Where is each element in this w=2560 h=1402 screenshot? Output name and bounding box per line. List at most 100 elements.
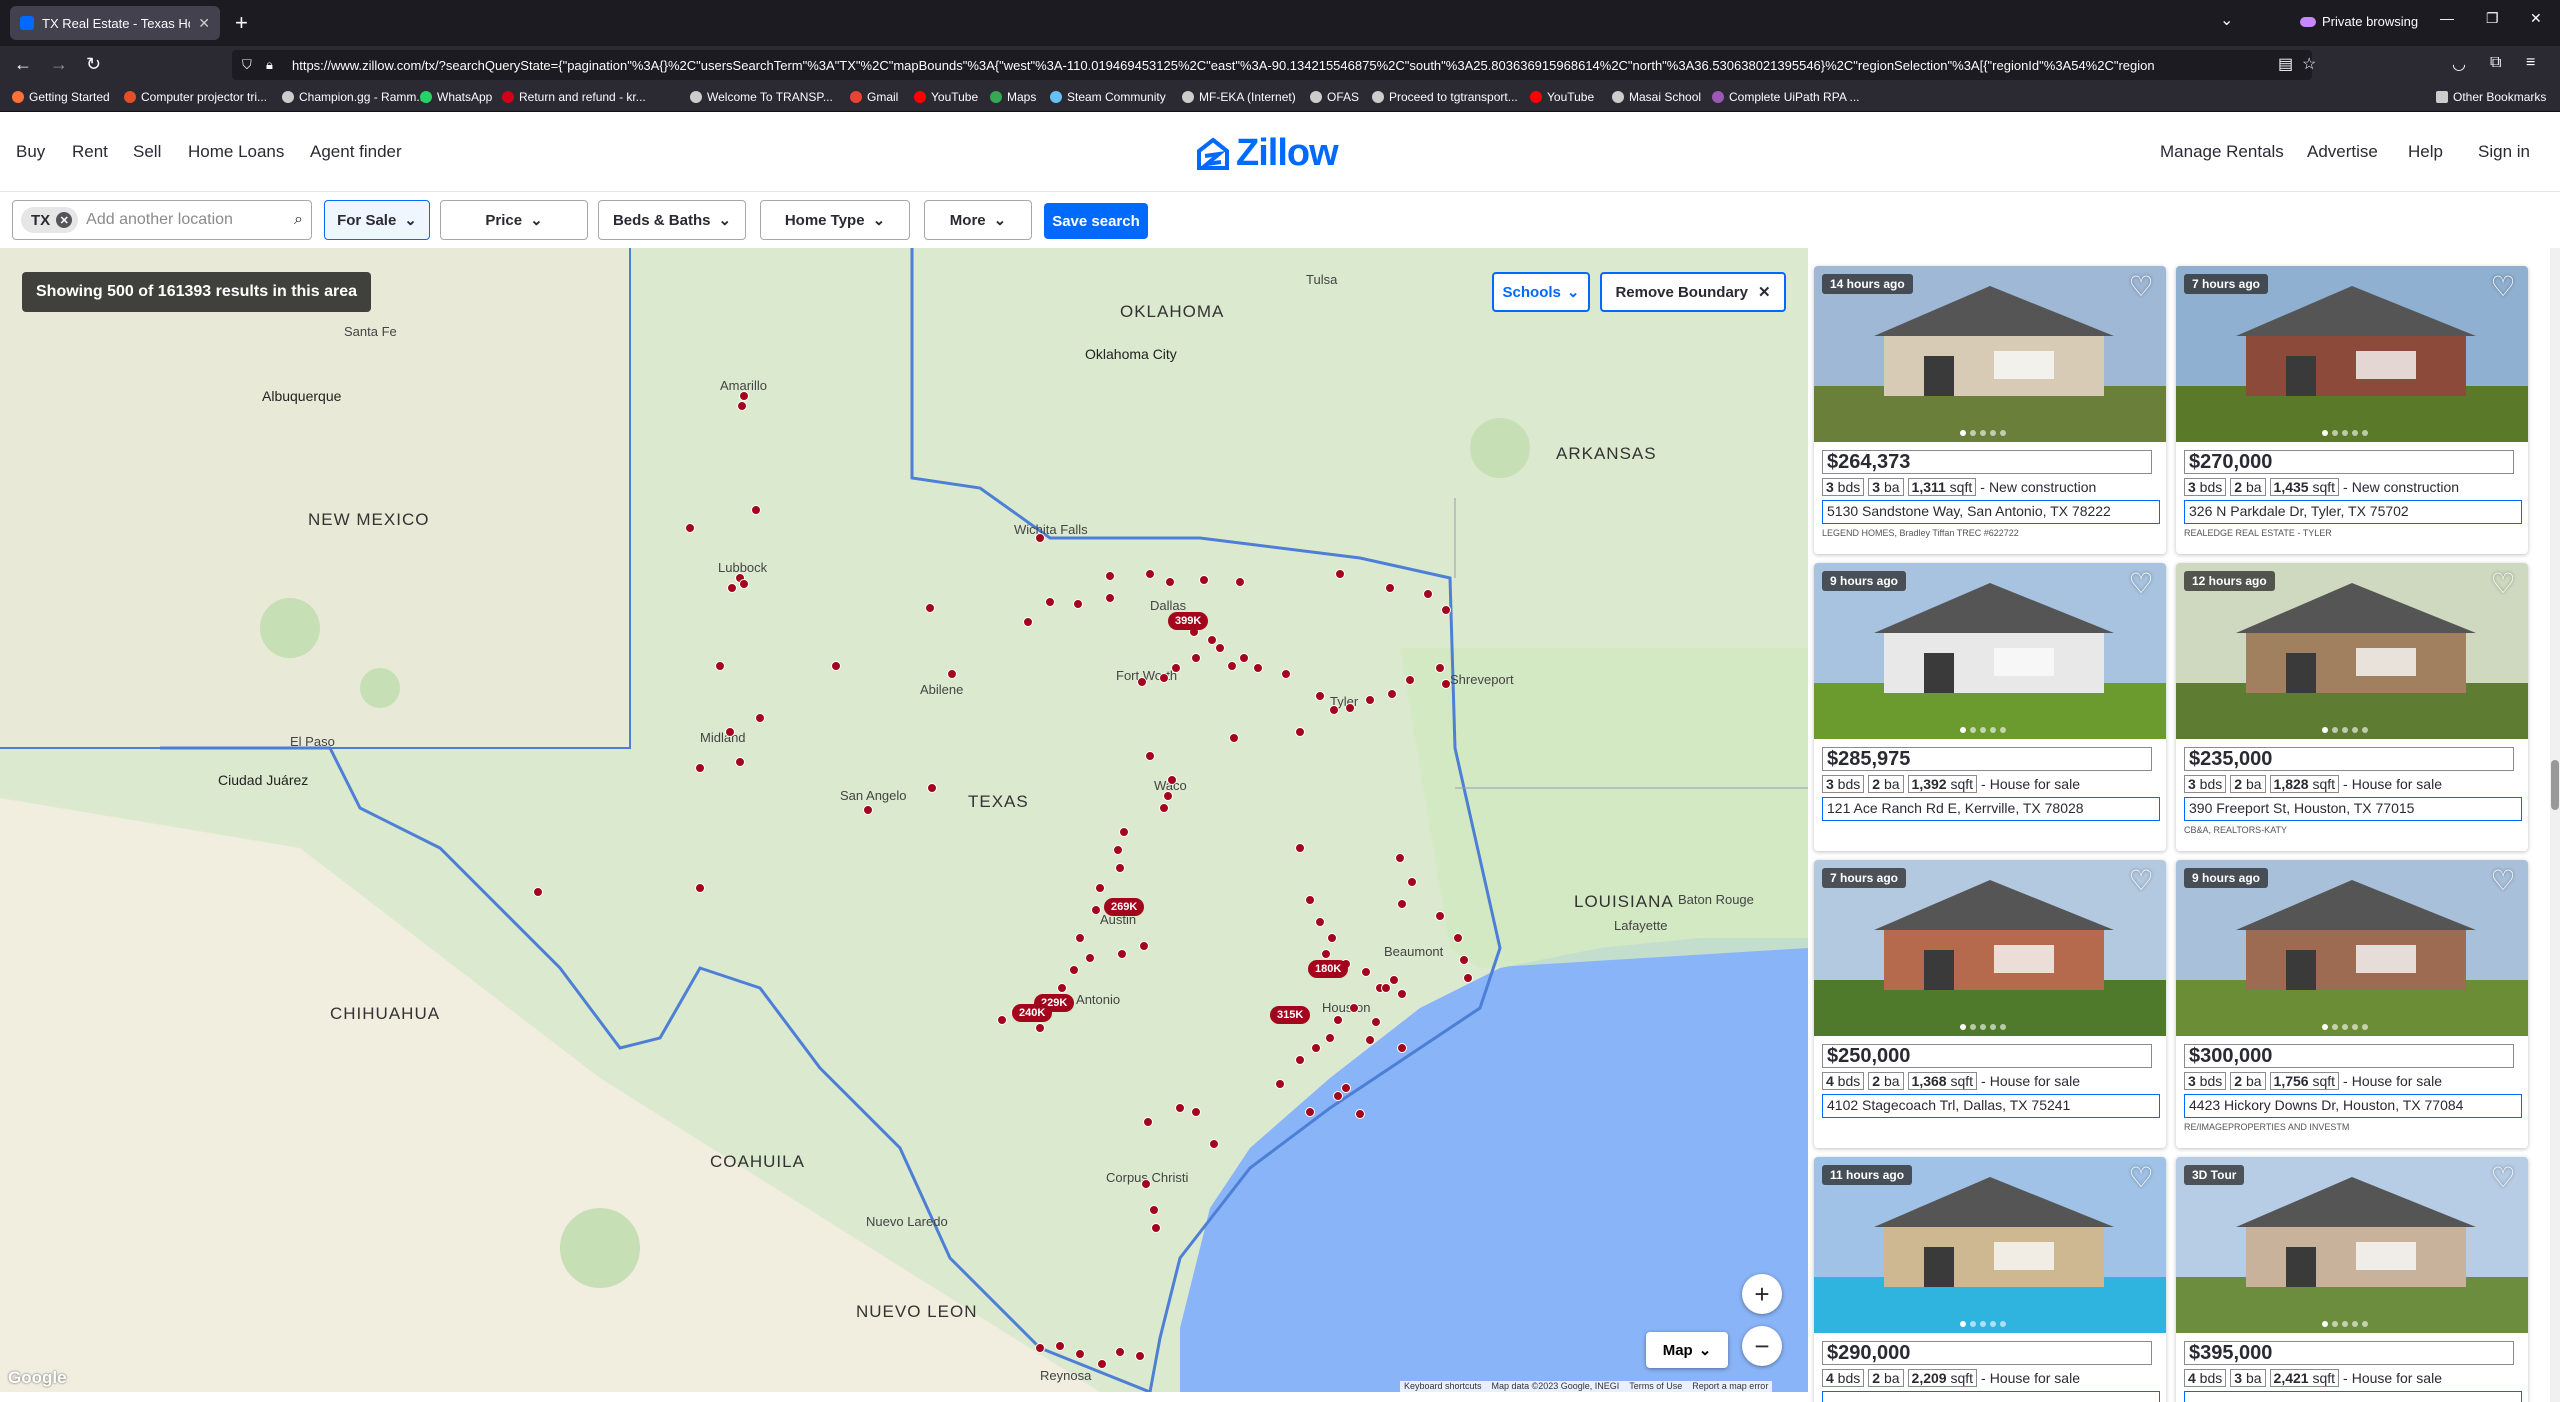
beds-baths-filter[interactable]: Beds & Baths ⌄ — [598, 200, 746, 240]
save-heart-icon[interactable]: ♡ — [2486, 569, 2520, 599]
listing-pin[interactable] — [1463, 973, 1473, 983]
listing-pin[interactable] — [1045, 597, 1055, 607]
forward-icon[interactable]: → — [50, 54, 68, 75]
save-heart-icon[interactable]: ♡ — [2124, 569, 2158, 599]
listing-pin[interactable] — [727, 583, 737, 593]
listing-pin[interactable] — [1149, 1205, 1159, 1215]
zillow-logo[interactable]: Zillow — [1196, 132, 1339, 175]
extensions-icon[interactable]: ⧉ — [2490, 54, 2501, 72]
listing-pin[interactable] — [735, 757, 745, 767]
new-tab-icon[interactable]: + — [235, 10, 248, 36]
listing-pin[interactable] — [1341, 1083, 1351, 1093]
listing-pin[interactable] — [1191, 1107, 1201, 1117]
bookmark-item[interactable]: YouTube — [1530, 90, 1594, 104]
listing-pin[interactable] — [1435, 663, 1445, 673]
browser-tab[interactable]: TX Real Estate - Texas Homes F ✕ — [10, 6, 220, 40]
listing-pin[interactable] — [863, 805, 873, 815]
bookmark-item[interactable]: Welcome To TRANSP... — [690, 90, 833, 104]
price-filter[interactable]: Price ⌄ — [440, 200, 588, 240]
price-pin[interactable]: 269K — [1104, 898, 1145, 916]
listing-pin[interactable] — [1333, 1015, 1343, 1025]
listing-pin[interactable] — [1215, 643, 1225, 653]
listing-pin[interactable] — [1295, 843, 1305, 853]
listing-pin[interactable] — [1389, 975, 1399, 985]
listing-pin[interactable] — [1325, 1033, 1335, 1043]
listing-pin[interactable] — [533, 887, 543, 897]
listing-pin[interactable] — [1355, 1109, 1365, 1119]
for-sale-filter[interactable]: For Sale ⌄ — [324, 200, 430, 240]
listing-card[interactable]: 9 hours ago ♡ $300,000 3 bds 2 ba 1,756 … — [2176, 860, 2528, 1148]
listing-address[interactable]: 326 N Parkdale Dr, Tyler, TX 75702 — [2184, 500, 2522, 524]
bookmark-star-icon[interactable]: ☆ — [2302, 54, 2316, 74]
schools-button[interactable]: Schools ⌄ — [1492, 272, 1590, 312]
reload-icon[interactable]: ↻ — [86, 54, 101, 75]
listing-pin[interactable] — [1199, 575, 1209, 585]
listing-pin[interactable] — [1075, 1349, 1085, 1359]
listing-pin[interactable] — [1407, 877, 1417, 887]
listing-pin[interactable] — [695, 763, 705, 773]
bookmark-item[interactable]: Complete UiPath RPA ... — [1712, 90, 1860, 104]
nav-advertise[interactable]: Advertise — [2307, 142, 2378, 162]
nav-sign-in[interactable]: Sign in — [2478, 142, 2530, 162]
listing-pin[interactable] — [1365, 1035, 1375, 1045]
listing-pin[interactable] — [1397, 899, 1407, 909]
bookmark-item[interactable]: MF-EKA (Internet) — [1182, 90, 1296, 104]
save-search-button[interactable]: Save search — [1044, 203, 1148, 239]
close-tab-icon[interactable]: ✕ — [198, 15, 210, 32]
bookmark-item[interactable]: Gmail — [850, 90, 898, 104]
listing-pin[interactable] — [1117, 949, 1127, 959]
listing-pin[interactable] — [1171, 663, 1181, 673]
other-bookmarks[interactable]: Other Bookmarks — [2436, 90, 2546, 104]
listing-pin[interactable] — [1459, 955, 1469, 965]
listing-pin[interactable] — [1085, 953, 1095, 963]
reader-view-icon[interactable]: ▤ — [2278, 54, 2293, 74]
listing-pin[interactable] — [997, 1015, 1007, 1025]
listing-pin[interactable] — [1165, 577, 1175, 587]
nav-rent[interactable]: Rent — [72, 142, 108, 162]
listing-pin[interactable] — [725, 727, 735, 737]
listing-pin[interactable] — [1371, 1017, 1381, 1027]
listing-pin[interactable] — [1143, 1117, 1153, 1127]
listing-address[interactable]: 121 Ace Ranch Rd E, Kerrville, TX 78028 — [1822, 797, 2160, 821]
listing-pin[interactable] — [1315, 917, 1325, 927]
listing-address[interactable]: 4423 Hickory Downs Dr, Houston, TX 77084 — [2184, 1094, 2522, 1118]
listing-pin[interactable] — [1159, 673, 1169, 683]
listing-pin[interactable] — [1441, 679, 1451, 689]
listing-pin[interactable] — [1145, 569, 1155, 579]
zoom-in-button[interactable]: + — [1742, 1274, 1782, 1314]
listing-pin[interactable] — [1057, 983, 1067, 993]
bookmark-item[interactable]: Proceed to tgtransport... — [1372, 90, 1518, 104]
remove-boundary-button[interactable]: Remove Boundary ✕ — [1600, 272, 1786, 312]
listing-pin[interactable] — [1295, 727, 1305, 737]
listing-pin[interactable] — [1105, 593, 1115, 603]
nav-home-loans[interactable]: Home Loans — [188, 142, 284, 162]
home-type-filter[interactable]: Home Type ⌄ — [760, 200, 910, 240]
listing-pin[interactable] — [1305, 1107, 1315, 1117]
listing-pin[interactable] — [751, 505, 761, 515]
listing-pin[interactable] — [1387, 689, 1397, 699]
location-chip[interactable]: TX ✕ — [21, 207, 79, 233]
bookmark-item[interactable]: Steam Community — [1050, 90, 1166, 104]
listing-pin[interactable] — [947, 669, 957, 679]
listing-pin[interactable] — [1453, 933, 1463, 943]
map-type-button[interactable]: Map ⌄ — [1646, 1332, 1728, 1368]
listing-pin[interactable] — [1253, 663, 1263, 673]
listing-pin[interactable] — [1151, 1223, 1161, 1233]
save-heart-icon[interactable]: ♡ — [2486, 866, 2520, 896]
location-input[interactable]: Add another location — [86, 211, 286, 229]
pocket-icon[interactable]: ◡ — [2452, 54, 2466, 74]
listing-pin[interactable] — [1423, 589, 1433, 599]
search-icon[interactable]: ⌕ — [294, 211, 303, 229]
listing-pin[interactable] — [1381, 983, 1391, 993]
listing-pin[interactable] — [1091, 905, 1101, 915]
listing-pin[interactable] — [1097, 1359, 1107, 1369]
listing-card[interactable]: 9 hours ago ♡ $285,975 3 bds 2 ba 1,392 … — [1814, 563, 2166, 851]
listing-pin[interactable] — [1055, 1341, 1065, 1351]
listing-pin[interactable] — [1275, 1079, 1285, 1089]
listing-card[interactable]: 7 hours ago ♡ $250,000 4 bds 2 ba 1,368 … — [1814, 860, 2166, 1148]
listing-pin[interactable] — [1385, 583, 1395, 593]
listing-address[interactable] — [2184, 1391, 2522, 1402]
listing-pin[interactable] — [1397, 1043, 1407, 1053]
nav-sell[interactable]: Sell — [133, 142, 161, 162]
listing-address[interactable]: 390 Freeport St, Houston, TX 77015 — [2184, 797, 2522, 821]
